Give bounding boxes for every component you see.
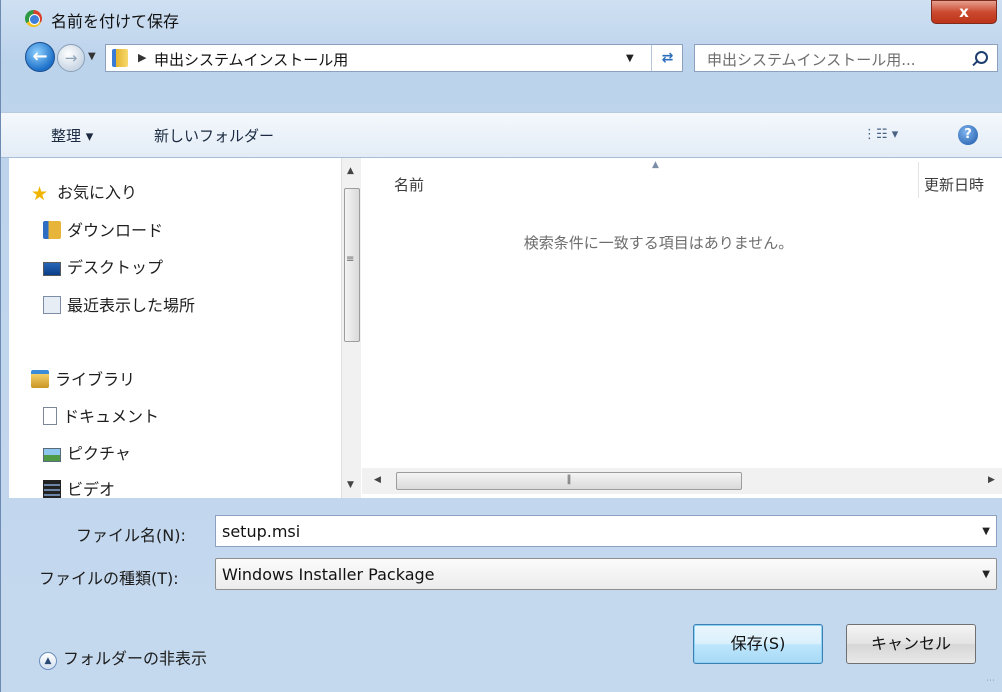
scrollbar-thumb[interactable] xyxy=(344,188,360,342)
resize-grip-icon[interactable]: ⋯ xyxy=(986,676,995,686)
star-icon: ★ xyxy=(31,183,49,205)
videos-icon xyxy=(43,480,61,498)
filetype-select[interactable]: Windows Installer Package ▼ xyxy=(215,558,997,590)
column-header-name[interactable]: 名前 xyxy=(394,174,424,195)
recent-pages-dropdown-icon[interactable]: ▼ xyxy=(88,51,96,62)
filename-value: setup.msi xyxy=(222,522,301,541)
chrome-icon xyxy=(25,10,42,27)
close-button[interactable]: x xyxy=(931,0,997,24)
filetype-value: Windows Installer Package xyxy=(222,565,435,584)
breadcrumb-chevron-icon[interactable]: ▶ xyxy=(138,51,146,64)
save-as-dialog: 名前を付けて保存 x ← → ▼ ▶ 申出システムインストール用 ▼ ⇄ 申出シ… xyxy=(0,0,1002,692)
column-divider[interactable] xyxy=(918,162,919,198)
folder-icon xyxy=(112,49,128,67)
search-icon[interactable] xyxy=(975,51,988,64)
address-bar[interactable]: ▶ 申出システムインストール用 ▼ ⇄ xyxy=(105,44,683,72)
scrollbar-grip-icon: ≡ xyxy=(346,254,355,265)
cancel-button[interactable]: キャンセル xyxy=(846,624,976,664)
forward-button[interactable]: → xyxy=(57,44,85,72)
scroll-up-icon[interactable]: ▲ xyxy=(347,166,354,176)
navigation-bar: ← → ▼ ▶ 申出システムインストール用 ▼ ⇄ 申出システムインストール用.… xyxy=(1,38,1002,76)
browser-area: ★ お気に入り ダウンロード デスクトップ 最近表示した場所 ライブラリ ドキュメ… xyxy=(9,158,1002,498)
scroll-right-icon[interactable]: ▶ xyxy=(988,475,995,485)
filename-input[interactable]: setup.msi ▼ xyxy=(215,515,997,547)
nav-item-favorites[interactable]: ★ お気に入り xyxy=(31,179,137,205)
chevron-up-icon: ▲ xyxy=(39,652,57,670)
file-list-horizontal-scrollbar[interactable]: ◀ ‖ ▶ xyxy=(362,468,1002,494)
help-icon[interactable]: ? xyxy=(958,125,978,145)
filename-dropdown-icon[interactable]: ▼ xyxy=(982,526,990,537)
search-placeholder: 申出システムインストール用... xyxy=(707,51,916,69)
column-header-date[interactable]: 更新日時 xyxy=(924,174,1002,195)
filename-label: ファイル名(N): xyxy=(76,526,186,545)
new-folder-button[interactable]: 新しいフォルダー xyxy=(154,125,274,146)
dialog-title: 名前を付けて保存 xyxy=(51,12,180,31)
filetype-dropdown-icon[interactable]: ▼ xyxy=(982,569,990,580)
empty-list-message: 検索条件に一致する項目はありません。 xyxy=(523,234,794,252)
sort-ascending-icon: ▲ xyxy=(652,160,659,170)
breadcrumb-folder[interactable]: 申出システムインストール用 xyxy=(154,49,348,70)
navigation-pane: ★ お気に入り ダウンロード デスクトップ 最近表示した場所 ライブラリ ドキュメ… xyxy=(9,158,341,498)
recent-places-icon xyxy=(43,296,61,314)
hide-folders-toggle[interactable]: ▲ フォルダーの非表示 xyxy=(39,645,207,670)
navigation-pane-scrollbar[interactable]: ▲ ≡ ▼ xyxy=(341,158,361,498)
scroll-down-icon[interactable]: ▼ xyxy=(347,480,354,490)
scroll-left-icon[interactable]: ◀ xyxy=(374,475,381,485)
documents-icon xyxy=(43,407,57,425)
search-input[interactable]: 申出システムインストール用... xyxy=(694,44,998,72)
nav-item-pictures[interactable]: ピクチャ xyxy=(43,440,131,466)
nav-item-documents[interactable]: ドキュメント xyxy=(43,403,159,429)
filetype-label: ファイルの種類(T): xyxy=(39,569,179,588)
address-dropdown-icon[interactable]: ▼ xyxy=(626,53,634,64)
view-options-icon[interactable]: ⋮☷ ▾ xyxy=(863,127,898,142)
nav-item-videos[interactable]: ビデオ xyxy=(43,476,115,498)
nav-item-downloads[interactable]: ダウンロード xyxy=(43,217,163,243)
horizontal-scrollbar-thumb[interactable]: ‖ xyxy=(396,472,742,490)
pictures-icon xyxy=(43,448,61,462)
organize-button[interactable]: 整理 ▾ xyxy=(51,125,93,146)
file-list: ▲ 名前 更新日時 検索条件に一致する項目はありません。 ◀ ‖ ▶ xyxy=(362,158,1002,498)
back-button[interactable]: ← xyxy=(25,42,55,72)
refresh-button[interactable]: ⇄ xyxy=(651,45,683,71)
desktop-icon xyxy=(43,262,61,276)
nav-item-recent-places[interactable]: 最近表示した場所 xyxy=(43,292,195,318)
title-bar: 名前を付けて保存 x xyxy=(1,0,1002,36)
nav-item-desktop[interactable]: デスクトップ xyxy=(43,254,163,280)
nav-item-libraries[interactable]: ライブラリ xyxy=(31,366,135,392)
save-button[interactable]: 保存(S) xyxy=(693,624,823,664)
libraries-icon xyxy=(31,370,49,388)
command-bar: 整理 ▾ 新しいフォルダー ⋮☷ ▾ ? xyxy=(1,112,1002,158)
downloads-folder-icon xyxy=(43,221,61,239)
